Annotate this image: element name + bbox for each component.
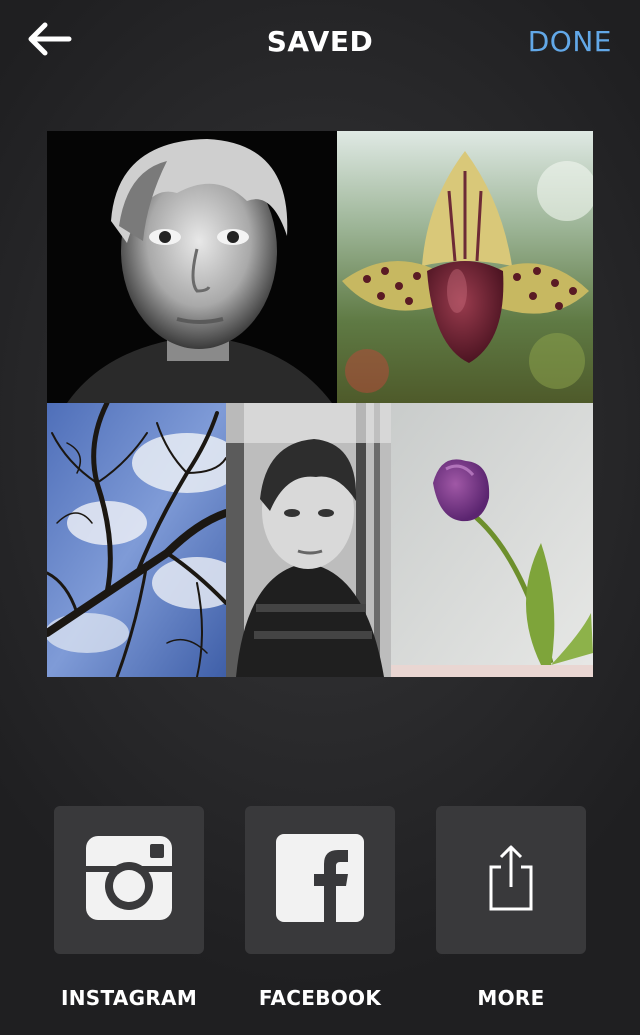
share-icon bbox=[483, 843, 539, 917]
collage-photo-portrait-bw bbox=[47, 131, 337, 403]
collage-photo-tulip bbox=[391, 403, 593, 677]
share-facebook-label: FACEBOOK bbox=[258, 986, 382, 1010]
instagram-icon bbox=[84, 834, 174, 926]
done-button[interactable]: DONE bbox=[528, 24, 612, 60]
share-instagram-button[interactable] bbox=[54, 806, 204, 954]
facebook-icon bbox=[276, 834, 364, 926]
photo-collage bbox=[47, 131, 593, 677]
share-instagram-label: INSTAGRAM bbox=[60, 986, 198, 1010]
share-more-label: MORE bbox=[477, 986, 545, 1010]
share-facebook-button[interactable] bbox=[245, 806, 395, 954]
share-more-button[interactable] bbox=[436, 806, 586, 954]
collage-photo-tree bbox=[47, 403, 226, 677]
saved-screen: SAVED DONE INSTAGRAM FACEBOOK MORE bbox=[0, 0, 640, 1035]
top-bar: SAVED DONE bbox=[0, 0, 640, 84]
collage-photo-portrait-outdoors bbox=[226, 403, 391, 677]
share-options bbox=[0, 806, 640, 956]
collage-photo-orchid bbox=[337, 131, 593, 403]
